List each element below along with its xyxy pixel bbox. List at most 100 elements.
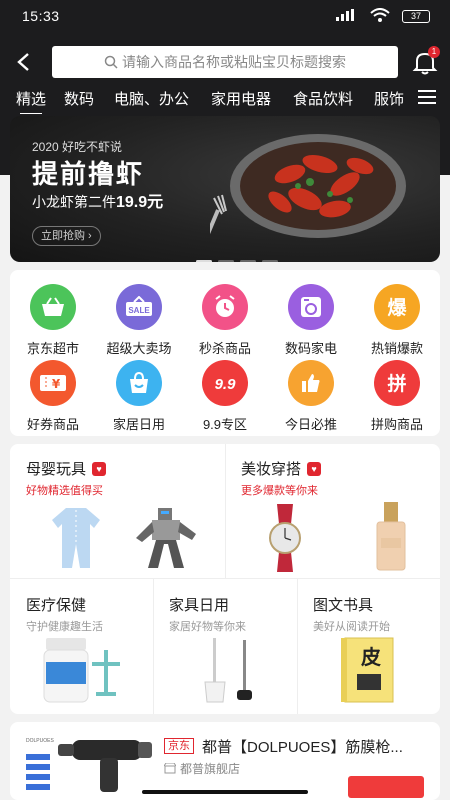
tab-featured[interactable]: 精选 [16, 88, 46, 114]
battery-icon: 37 [402, 10, 430, 23]
promo-title: 美妆穿搭 [241, 461, 302, 478]
svg-text:皮: 皮 [361, 645, 381, 669]
shop-icon [163, 762, 177, 774]
search-input[interactable]: 请输入商品名称或粘贴宝贝标题搜索 [52, 46, 398, 78]
tab-computer-office[interactable]: 电脑、办公 [114, 88, 189, 109]
promo-section: 母婴玩具 ♥ 好物精选值得买 美妆穿搭 ♥ 更多爆款等你来 医疗保健 守护健康趣… [10, 444, 440, 714]
promo-subtitle: 美好从阅读开始 [313, 621, 390, 633]
slide-dot-3 [240, 260, 256, 262]
tab-digital[interactable]: 数码 [64, 88, 94, 109]
channel-group-buy[interactable]: 拼 拼购商品 [354, 360, 440, 433]
promo-banner[interactable]: 2020 好吃不虾说 提前撸虾 小龙虾第二件19.9元 立即抢购 › [10, 116, 440, 262]
banner-headline: 提前撸虾 [32, 159, 145, 189]
promo-beauty[interactable]: 美妆穿搭 ♥ 更多爆款等你来 [225, 444, 440, 578]
channel-mega-mall[interactable]: SALE 超级大卖场 [96, 284, 182, 357]
product-name: 都普【DOLPUOES】筋膜枪... [202, 739, 403, 756]
gift-tag-icon: ♥ [307, 462, 322, 476]
category-tabs: 精选 数码 电脑、办公 家用电器 食品饮料 服饰 [0, 86, 410, 114]
channel-todays-picks[interactable]: 今日必推 [268, 360, 354, 433]
product-card[interactable]: DOLPUOES 京东 都普【DOLPUOES】筋膜枪... 都普旗舰店 [10, 722, 440, 800]
channel-label: 好券商品 [26, 417, 79, 432]
channel-hot-sellers[interactable]: 爆 热销爆款 [354, 284, 440, 357]
sale-sign-icon: SALE [116, 284, 162, 330]
banner-year-text: 2020 好吃不虾说 [32, 140, 123, 154]
svg-text:9.9: 9.9 [215, 376, 237, 393]
channel-label: 秒杀商品 [198, 341, 251, 356]
channel-label: 数码家电 [284, 341, 337, 356]
crayfish-plate-image [210, 134, 406, 238]
promo-subtitle: 更多爆款等你来 [241, 485, 318, 497]
supplement-bottle-image [43, 638, 120, 703]
promo-books[interactable]: 图文书具 美好从阅读开始 皮 [297, 578, 440, 714]
channel-label: 拼购商品 [370, 417, 423, 432]
channel-label: 家居日用 [112, 417, 165, 432]
hot-sale-icon: 爆 [374, 284, 420, 330]
banner-slide-indicator [196, 250, 296, 262]
signal-icon [336, 9, 354, 21]
promo-title: 母婴玩具 [26, 461, 87, 478]
svg-text:SALE: SALE [128, 306, 150, 315]
promo-title: 家具日用 [169, 597, 230, 614]
channel-home-daily[interactable]: 家居日用 [96, 360, 182, 433]
promo-mother-baby[interactable]: 母婴玩具 ♥ 好物精选值得买 [10, 444, 225, 578]
washing-machine-icon [288, 284, 334, 330]
banner-subtitle: 小龙虾第二件19.9元 [32, 194, 164, 211]
store-tag: 京东 [164, 738, 194, 754]
promo-home[interactable]: 家具日用 家居好物等你来 [153, 578, 297, 714]
shop-name[interactable]: 都普旗舰店 [163, 760, 240, 777]
promo-subtitle: 家居好物等你来 [169, 621, 246, 633]
shopping-bag-icon [116, 360, 162, 406]
channel-nine-nine-zone[interactable]: 9.9 9.9专区 [182, 360, 268, 433]
tab-food-drinks[interactable]: 食品饮料 [293, 88, 353, 109]
svg-text:爆: 爆 [387, 297, 407, 319]
tab-appliances[interactable]: 家用电器 [211, 88, 271, 109]
search-placeholder: 请输入商品名称或粘贴宝贝标题搜索 [122, 54, 346, 70]
status-bar: 15:33 37 [0, 0, 450, 32]
massage-gun-image: DOLPUOES [26, 738, 152, 792]
search-icon [104, 55, 118, 69]
back-arrow-icon[interactable] [14, 52, 34, 72]
channel-coupon-goods[interactable]: ¥ 好券商品 [10, 360, 96, 433]
banner-buy-button[interactable]: 立即抢购 › [32, 226, 101, 246]
baby-clothes-image [52, 508, 100, 568]
group-buy-icon: 拼 [374, 360, 420, 406]
channel-label: 9.9专区 [202, 417, 248, 432]
gift-tag-icon: ♥ [92, 462, 107, 476]
promo-title: 图文书具 [313, 597, 374, 614]
promo-health[interactable]: 医疗保健 守护健康趣生活 [10, 578, 153, 714]
basket-icon [30, 284, 76, 330]
svg-text:拼: 拼 [387, 372, 406, 395]
slide-dot-4 [262, 260, 278, 262]
channel-flash-sale[interactable]: 秒杀商品 [182, 284, 268, 357]
book-image: 皮 [341, 637, 394, 703]
home-indicator [142, 790, 308, 794]
svg-text:DOLPUOES: DOLPUOES [26, 738, 54, 744]
buy-button[interactable] [348, 776, 424, 798]
channel-label: 热销爆款 [370, 341, 423, 356]
toilet-brush-image [204, 638, 252, 703]
thumbs-up-icon [288, 360, 334, 406]
channel-jd-supermarket[interactable]: 京东超市 [10, 284, 96, 357]
channel-label: 京东超市 [26, 341, 79, 356]
promo-subtitle: 守护健康趣生活 [26, 621, 103, 633]
foundation-bottle-image [376, 502, 406, 571]
wifi-icon [370, 8, 390, 22]
menu-icon[interactable] [418, 90, 436, 106]
promo-subtitle: 好物精选值得买 [26, 485, 103, 497]
slide-dot-2 [218, 260, 234, 262]
channel-digital-appliances[interactable]: 数码家电 [268, 284, 354, 357]
notification-badge: 1 [428, 46, 440, 58]
wristwatch-image [269, 504, 301, 572]
promo-title: 医疗保健 [26, 597, 87, 614]
channel-grid: 京东超市 SALE 超级大卖场 秒杀商品 数码家电 爆 热销爆款 ¥ 好券商品 [10, 270, 440, 436]
coupon-icon: ¥ [30, 360, 76, 406]
tab-clothing[interactable]: 服饰 [374, 88, 404, 109]
channel-label: 超级大卖场 [106, 341, 172, 356]
alarm-clock-icon [202, 284, 248, 330]
svg-text:¥: ¥ [52, 377, 61, 391]
slide-dot-1 [196, 260, 212, 262]
status-time: 15:33 [22, 8, 60, 24]
robot-toy-image [136, 508, 196, 568]
nine-nine-icon: 9.9 [202, 360, 248, 406]
channel-label: 今日必推 [284, 417, 337, 432]
